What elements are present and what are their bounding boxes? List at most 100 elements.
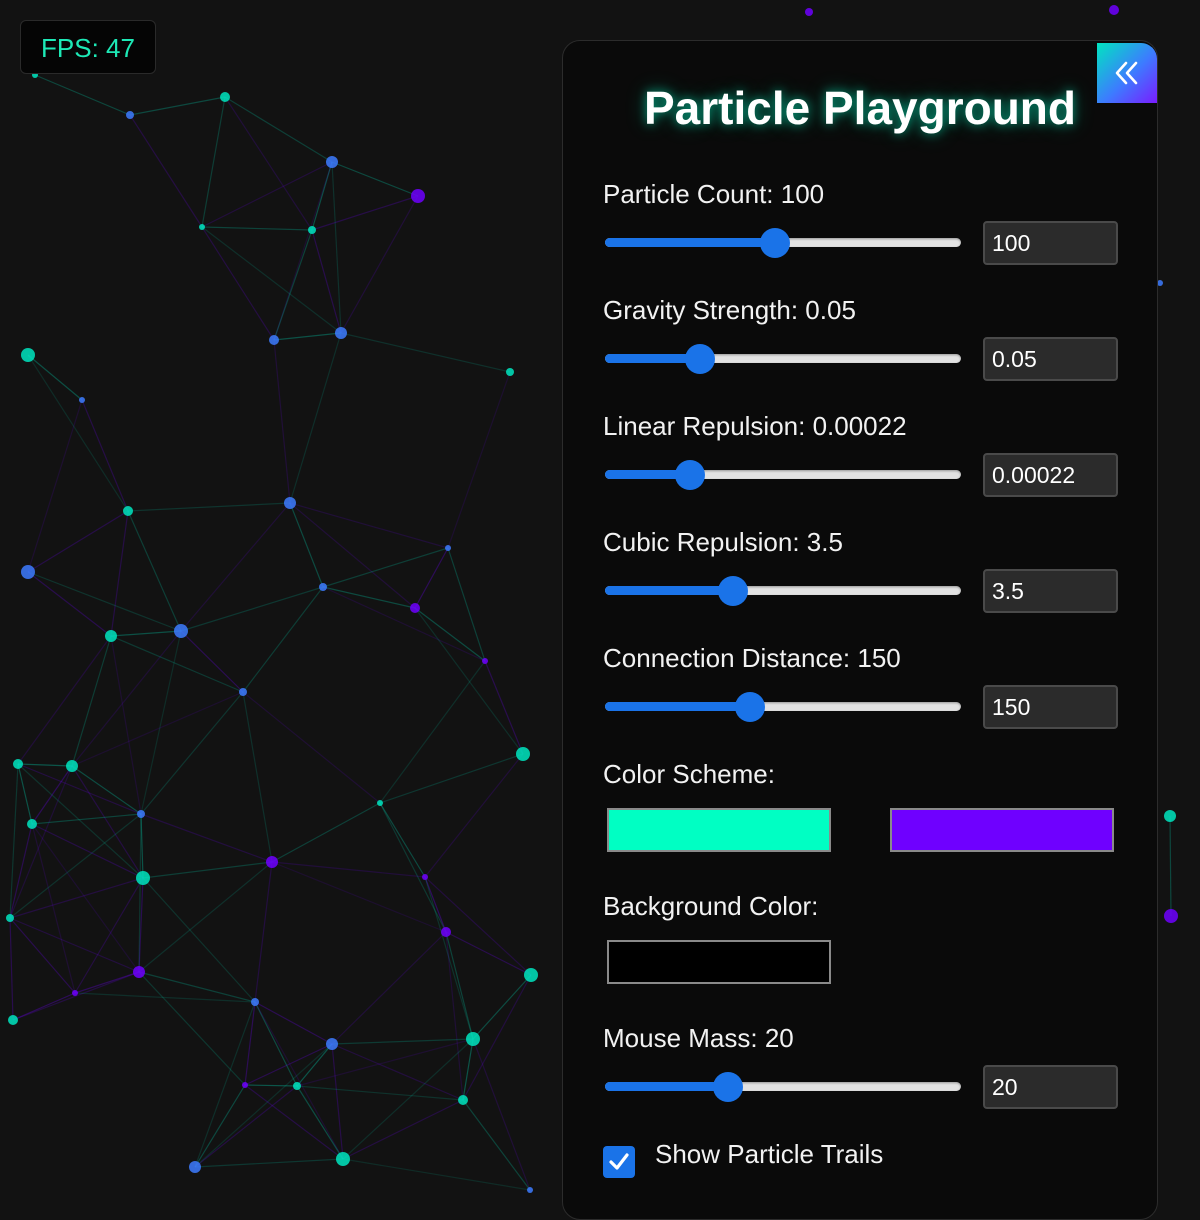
connection-line: [296, 1085, 464, 1101]
particle: [284, 497, 296, 509]
mouse-mass-input[interactable]: [983, 1065, 1118, 1109]
color-scheme-secondary-picker[interactable]: [890, 808, 1114, 852]
connection-line: [289, 502, 324, 588]
connection-line: [71, 691, 244, 767]
particle: [1164, 810, 1176, 822]
slider-thumb[interactable]: [734, 692, 765, 722]
connection-line: [424, 876, 532, 976]
linear-repulsion-label: Linear Repulsion: 0.00022: [603, 411, 907, 441]
connection-line: [138, 861, 273, 973]
connection-line: [1169, 815, 1172, 917]
connection-line: [9, 763, 19, 919]
connection-line: [110, 510, 129, 637]
connection-distance-label: Connection Distance: 150: [603, 643, 901, 673]
connection-line: [244, 1084, 298, 1087]
particle: [220, 92, 230, 102]
connection-line: [27, 354, 129, 512]
connection-line: [242, 586, 324, 693]
particle: [805, 8, 813, 16]
connection-line: [340, 332, 511, 373]
connection-line: [462, 1099, 531, 1191]
gravity-strength-input[interactable]: [983, 337, 1118, 381]
connection-line: [194, 1043, 333, 1168]
connection-line: [27, 571, 112, 637]
connection-line: [296, 1038, 474, 1087]
show-trails-label: Show Particle Trails: [655, 1139, 884, 1169]
particle: [482, 658, 488, 664]
connection-line: [142, 877, 256, 1003]
connection-line: [273, 332, 342, 341]
mouse-mass-slider[interactable]: [605, 1072, 961, 1102]
particle: [189, 1161, 201, 1173]
connection-distance-slider[interactable]: [605, 692, 961, 722]
connection-line: [224, 96, 333, 163]
connection-line: [271, 861, 426, 878]
slider-thumb[interactable]: [712, 1072, 743, 1102]
connection-line: [180, 502, 291, 632]
particle: [422, 874, 428, 880]
color-scheme-label: Color Scheme:: [603, 759, 775, 789]
connection-line: [129, 114, 203, 228]
connection-line: [27, 354, 83, 401]
linear-repulsion-slider[interactable]: [605, 460, 961, 490]
connection-line: [447, 371, 511, 549]
slider-thumb[interactable]: [759, 228, 790, 258]
particle: [105, 630, 117, 642]
connection-line: [201, 96, 226, 228]
connection-line: [27, 571, 182, 632]
connection-line: [254, 861, 273, 1003]
particle: [326, 156, 338, 168]
particle: [136, 871, 150, 885]
connection-line: [31, 813, 142, 825]
particle: [1109, 5, 1119, 15]
color-scheme-primary-picker[interactable]: [607, 808, 831, 852]
checkmark-icon: [609, 1153, 629, 1170]
connection-line: [180, 586, 324, 632]
connection-line: [447, 547, 486, 662]
connection-distance-input[interactable]: [983, 685, 1118, 729]
particle: [133, 966, 145, 978]
particle: [411, 189, 425, 203]
connection-line: [140, 630, 182, 815]
connection-line: [110, 635, 244, 693]
connection-line: [9, 765, 73, 919]
show-trails-checkbox[interactable]: [603, 1146, 635, 1178]
connection-line: [379, 753, 524, 804]
connection-line: [201, 226, 275, 341]
cubic-repulsion-input[interactable]: [983, 569, 1118, 613]
slider-thumb[interactable]: [675, 460, 706, 490]
particle: [126, 111, 134, 119]
particle: [293, 1082, 301, 1090]
fps-counter: FPS: 47: [20, 20, 156, 74]
connection-line: [81, 399, 129, 512]
connection-line: [273, 339, 291, 504]
particle: [506, 368, 514, 376]
particle: [242, 1082, 248, 1088]
particle: [445, 545, 451, 551]
connection-line: [289, 502, 449, 549]
connection-line: [242, 691, 381, 804]
connection-line: [331, 161, 419, 197]
connection-line: [379, 802, 426, 878]
cubic-repulsion-slider[interactable]: [605, 576, 961, 606]
particle-count-input[interactable]: [983, 221, 1118, 265]
particle: [79, 397, 85, 403]
slider-thumb[interactable]: [718, 576, 749, 606]
gravity-strength-slider[interactable]: [605, 344, 961, 374]
particle: [458, 1095, 468, 1105]
particle: [13, 759, 23, 769]
particle: [319, 583, 327, 591]
connection-line: [445, 931, 532, 976]
linear-repulsion-input[interactable]: [983, 453, 1118, 497]
particle: [72, 990, 78, 996]
background-color-picker[interactable]: [607, 940, 831, 984]
connection-line: [322, 586, 416, 609]
connection-line: [414, 607, 486, 662]
particle: [516, 747, 530, 761]
connection-line: [424, 876, 447, 933]
particle-count-slider[interactable]: [605, 228, 961, 258]
connection-line: [201, 161, 333, 228]
connection-line: [142, 861, 273, 879]
connection-line: [127, 502, 291, 512]
slider-thumb[interactable]: [685, 344, 716, 374]
